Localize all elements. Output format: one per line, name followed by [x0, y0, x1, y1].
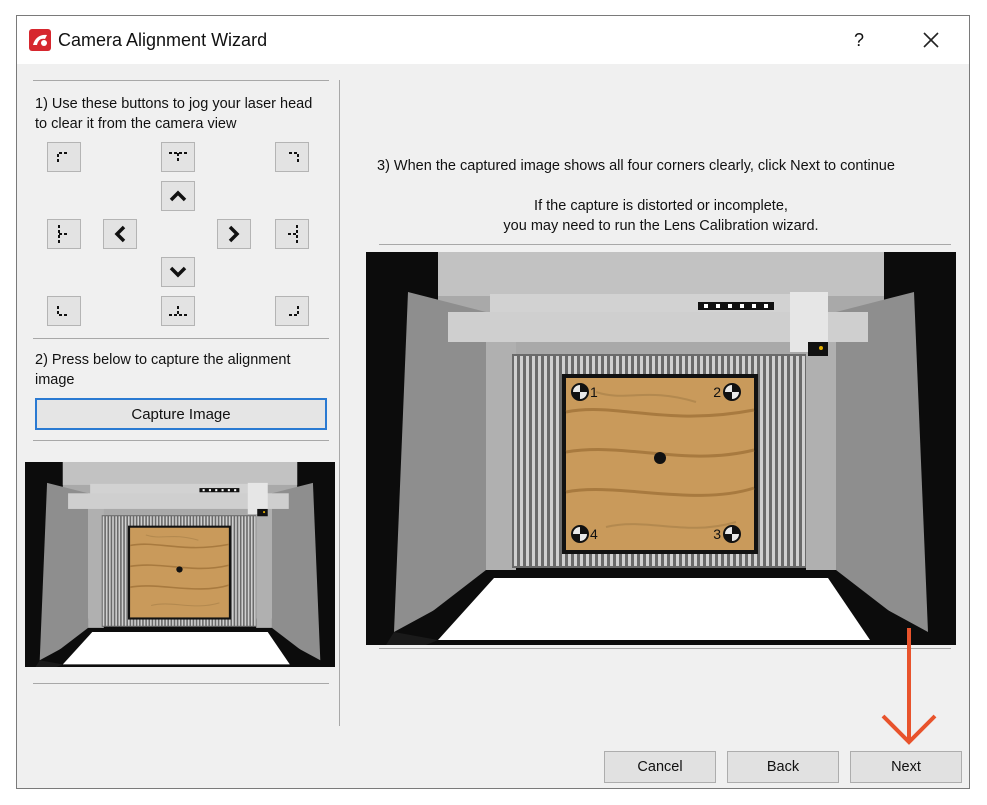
- column-divider: [339, 80, 340, 726]
- svg-text:1: 1: [590, 384, 598, 400]
- jog-right-button[interactable]: [217, 219, 251, 249]
- app-logo-icon: [29, 29, 51, 51]
- svg-text:4: 4: [590, 526, 598, 542]
- jog-left-button[interactable]: [103, 219, 137, 249]
- corner-bottom-right-icon: [289, 306, 299, 316]
- arrow-down-icon: [881, 628, 937, 745]
- jog-bottom-right-button[interactable]: [275, 296, 309, 326]
- captured-image: 1 2 3 4: [366, 252, 956, 645]
- jog-top-left-button[interactable]: [47, 142, 81, 172]
- help-button[interactable]: ?: [841, 24, 877, 56]
- jog-up-button[interactable]: [161, 181, 195, 211]
- capture-image-button[interactable]: Capture Image: [35, 398, 327, 430]
- jog-left-edge-button[interactable]: [47, 219, 81, 249]
- divider: [379, 648, 951, 649]
- jog-down-button[interactable]: [161, 257, 195, 287]
- cancel-button[interactable]: Cancel: [604, 751, 716, 783]
- corner-marker-3: 3: [713, 525, 741, 543]
- capture-thumbnail: [25, 462, 335, 667]
- window-title: Camera Alignment Wizard: [58, 30, 268, 50]
- edge-right-icon: [288, 225, 298, 243]
- divider: [379, 244, 951, 245]
- next-button[interactable]: Next: [850, 751, 962, 783]
- chevron-down-icon: [169, 266, 187, 278]
- edge-left-icon: [58, 225, 68, 243]
- chevron-right-icon: [228, 225, 240, 243]
- jog-top-center-button[interactable]: [161, 142, 195, 172]
- divider: [33, 338, 329, 339]
- corner-top-right-icon: [289, 152, 299, 162]
- step2-instructions: 2) Press below to capture the alignment …: [35, 352, 291, 388]
- note-line-2: you may need to run the Lens Calibration…: [503, 218, 819, 234]
- chevron-left-icon: [114, 225, 126, 243]
- edge-bottom-icon: [169, 306, 187, 316]
- corner-bottom-left-icon: [57, 306, 67, 316]
- title-bar: Camera Alignment Wizard ?: [17, 16, 969, 64]
- edge-top-icon: [169, 152, 187, 162]
- svg-text:3: 3: [713, 526, 721, 542]
- note-line-1: If the capture is distorted or incomplet…: [534, 198, 788, 214]
- jog-bottom-left-button[interactable]: [47, 296, 81, 326]
- divider: [33, 683, 329, 684]
- jog-bottom-center-button[interactable]: [161, 296, 195, 326]
- corner-marker-4: 4: [571, 525, 598, 543]
- step3-instructions: 3) When the captured image shows all fou…: [377, 158, 895, 174]
- divider: [33, 440, 329, 441]
- corner-marker-1: 1: [571, 383, 598, 401]
- chevron-up-icon: [169, 190, 187, 202]
- step1-instructions: 1) Use these buttons to jog your laser h…: [35, 96, 313, 132]
- corner-marker-2: 2: [713, 383, 741, 401]
- divider: [33, 80, 329, 81]
- wizard-window: Camera Alignment Wizard ? 1) Use these b…: [16, 15, 970, 789]
- jog-right-edge-button[interactable]: [275, 219, 309, 249]
- svg-text:2: 2: [713, 384, 721, 400]
- jog-top-right-button[interactable]: [275, 142, 309, 172]
- corner-top-left-icon: [57, 152, 67, 162]
- close-icon[interactable]: [913, 24, 949, 56]
- back-button[interactable]: Back: [727, 751, 839, 783]
